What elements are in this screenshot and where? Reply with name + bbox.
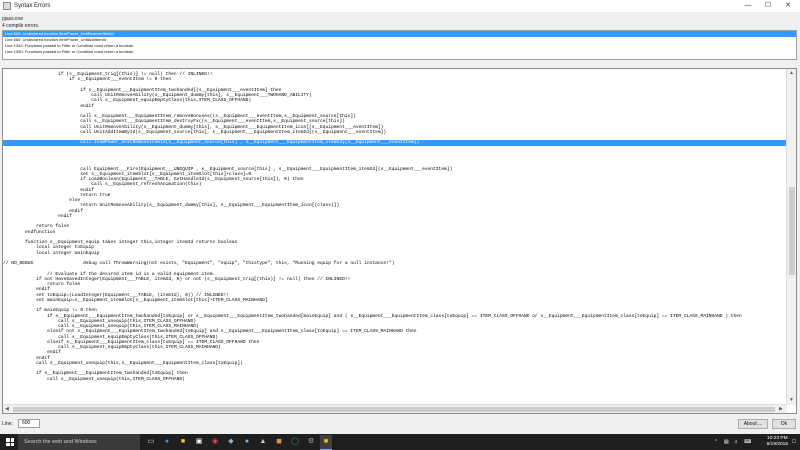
search-placeholder: Search the web and Windows bbox=[24, 439, 97, 445]
code-line[interactable]: set s__Equipment_itemSlot[s__Equipment_i… bbox=[3, 172, 251, 177]
code-line[interactable]: set mainEquip=s__Equipment_itemSlot[s__E… bbox=[3, 298, 268, 303]
code-line[interactable]: return UnitRemoveAbility(s__Equipment_du… bbox=[3, 203, 339, 208]
network-icon[interactable]: ▤ bbox=[724, 434, 729, 450]
code-line[interactable]: local integer mainEquip bbox=[3, 251, 99, 256]
compile-info: pjass.exe 4 compile errors. bbox=[2, 16, 39, 30]
line-number-input[interactable]: 600 bbox=[18, 419, 40, 428]
code-line[interactable]: call s__Equipment_unequip(this,s__Equipm… bbox=[3, 361, 243, 366]
title-bar[interactable]: Syntax Errors — ☐ ✕ bbox=[0, 0, 800, 12]
code-line[interactable]: local integer toEquip bbox=[3, 245, 94, 250]
chrome-icon[interactable]: ◉ bbox=[210, 437, 220, 447]
edge-browser-icon[interactable]: ● bbox=[162, 437, 172, 447]
taskbar: Search the web and Windows ▭ ● ■ ▣ ◉ ◆ ●… bbox=[0, 434, 800, 450]
scroll-left-icon[interactable]: ◀ bbox=[5, 405, 9, 414]
vertical-scroll-thumb[interactable] bbox=[789, 187, 795, 275]
app-icon-2[interactable]: ▲ bbox=[258, 437, 268, 447]
windows-logo-icon bbox=[6, 438, 14, 446]
notification-icon[interactable]: □ bbox=[790, 437, 798, 447]
scroll-down-icon[interactable]: ▼ bbox=[789, 396, 794, 405]
compiler-name: pjass.exe bbox=[2, 16, 24, 22]
task-view-icon[interactable]: ▭ bbox=[146, 437, 156, 447]
code-line[interactable]: if mainEquip != 0 then bbox=[3, 308, 97, 313]
xbox-icon[interactable]: ◯ bbox=[290, 437, 300, 447]
code-line[interactable]: endif bbox=[3, 209, 83, 214]
code-line[interactable]: endif bbox=[3, 188, 94, 193]
code-line[interactable]: elseif not s__Equipment___EquipmentItem_… bbox=[3, 329, 416, 334]
clock-date: 8/19/2016 bbox=[766, 442, 788, 447]
code-line[interactable]: call s__Equipment_equipEmptyClass(this,I… bbox=[3, 335, 218, 340]
compile-error-count: 4 compile errors. bbox=[2, 23, 40, 29]
app-icon-1[interactable]: ◆ bbox=[226, 437, 236, 447]
close-icon[interactable]: ✕ bbox=[778, 0, 798, 12]
code-line[interactable]: endif bbox=[3, 356, 50, 361]
code-line[interactable]: if s__Equipment___eventItem != 0 then bbox=[3, 77, 171, 82]
code-line[interactable]: // NO_DEBUG debug call ThrowWarning(not … bbox=[3, 261, 394, 266]
code-line[interactable]: call UnitAddItemById(s__Equipment_source… bbox=[3, 130, 386, 135]
scroll-right-icon[interactable]: ▶ bbox=[779, 405, 783, 414]
steam-icon[interactable]: ● bbox=[242, 437, 252, 447]
code-view[interactable]: if (s__Equipment_trig[(this)] != null) t… bbox=[2, 68, 797, 414]
clock[interactable]: 10:23 PM 8/19/2016 bbox=[767, 436, 788, 448]
line-label: Line: bbox=[2, 421, 13, 427]
keyboard-icon[interactable]: ⌨ bbox=[744, 434, 751, 450]
code-line[interactable]: endif bbox=[3, 214, 72, 219]
app-icon bbox=[3, 2, 11, 10]
code-line[interactable]: call s__Equipment_unequip(this,ITEM_CLAS… bbox=[3, 377, 185, 382]
code-text-area[interactable]: if (s__Equipment_trig[(this)] != null) t… bbox=[3, 69, 787, 405]
code-line[interactable]: call UnitRemoveAbility(s__Equipment_dumm… bbox=[3, 125, 383, 130]
code-line[interactable]: call s__Equipment_unequip(this,ITEM_CLAS… bbox=[3, 319, 196, 324]
volume-icon[interactable]: ♫ bbox=[734, 434, 738, 450]
code-line[interactable]: call s__Equipment_refreshAnimation(this) bbox=[3, 182, 201, 187]
code-line[interactable]: return true bbox=[3, 193, 110, 198]
code-line[interactable]: endif bbox=[3, 104, 94, 109]
code-line[interactable]: call s__Equipment___EquipmentItem_destro… bbox=[3, 119, 345, 124]
code-line[interactable]: set toEquip=(LoadInteger(Equipment___TAB… bbox=[3, 293, 229, 298]
scroll-up-icon[interactable]: ▲ bbox=[789, 69, 794, 78]
app-icon-3[interactable]: ◼ bbox=[274, 437, 284, 447]
store-icon[interactable]: ▣ bbox=[194, 437, 204, 447]
code-line[interactable]: if not HaveSavedInteger(Equipment___TABL… bbox=[3, 277, 350, 282]
horizontal-scrollbar[interactable]: ◀ ▶ bbox=[3, 404, 787, 413]
ok-button[interactable]: Ok bbox=[772, 419, 796, 429]
horizontal-scroll-thumb[interactable] bbox=[13, 407, 775, 412]
about-button[interactable]: About ... bbox=[738, 419, 768, 429]
window-title: Syntax Errors bbox=[14, 3, 51, 9]
code-line[interactable]: if s__Equipment___EquipmentItem_twohande… bbox=[3, 314, 742, 319]
code-line[interactable]: endfunction bbox=[3, 230, 55, 235]
file-explorer-icon[interactable]: ■ bbox=[178, 437, 188, 447]
code-line[interactable]: call s__Equipment_equipEmptyClass(this,I… bbox=[3, 98, 251, 103]
code-line[interactable]: endif bbox=[3, 287, 50, 292]
code-line[interactable]: return false bbox=[3, 224, 69, 229]
code-line[interactable]: call Equipment___Fire(Equipment___UNEQUI… bbox=[3, 167, 452, 172]
code-line[interactable]: elseif s__Equipment___EquipmentItem_clas… bbox=[3, 340, 259, 345]
start-button[interactable] bbox=[0, 434, 18, 450]
highlighted-code-line[interactable]: call ItemPower_UnitRemoveItemId(s__Equip… bbox=[3, 140, 419, 145]
code-line[interactable]: // Evaluate if the desired item id is a … bbox=[3, 272, 215, 277]
syntax-errors-window: Syntax Errors — ☐ ✕ pjass.exe 4 compile … bbox=[0, 0, 800, 434]
error-item[interactable]: Line 1350: Functions passed to Filter or… bbox=[3, 49, 796, 55]
error-list[interactable]: Line 600: Undeclared function ItemPower_… bbox=[2, 30, 797, 60]
code-line[interactable]: if s__Equipment___EquipmentItem_twohande… bbox=[3, 88, 281, 93]
taskbar-search[interactable]: Search the web and Windows bbox=[18, 434, 140, 450]
code-line[interactable]: if s__Equipment___EquipmentItem_twohande… bbox=[3, 371, 188, 376]
vertical-scrollbar[interactable]: ▲ ▼ bbox=[786, 69, 796, 405]
maximize-icon[interactable]: ☐ bbox=[758, 0, 778, 12]
minimize-icon[interactable]: — bbox=[738, 0, 758, 12]
code-line[interactable]: endif bbox=[3, 350, 61, 355]
tray-arrow-icon[interactable]: ⌃ bbox=[714, 434, 718, 450]
app-icon-4[interactable]: ⚙ bbox=[306, 437, 316, 447]
editor-app-icon[interactable]: ■ bbox=[321, 437, 331, 447]
